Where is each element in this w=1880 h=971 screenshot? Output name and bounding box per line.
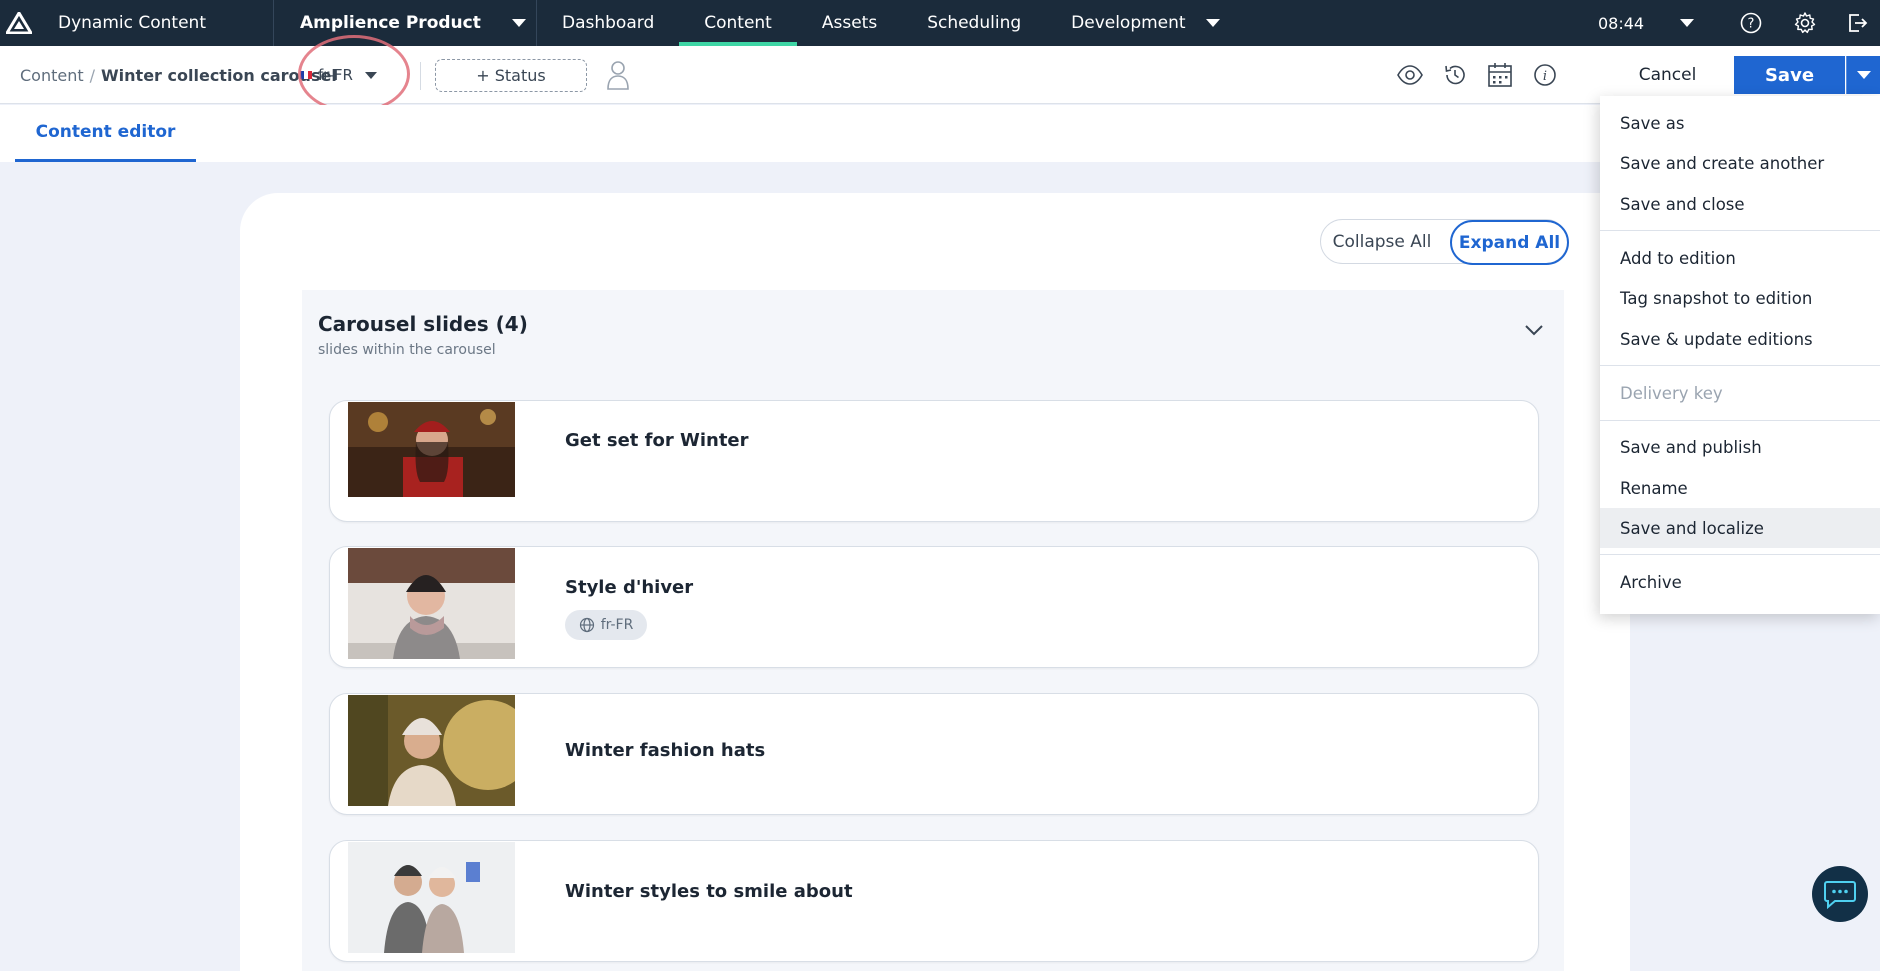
nav-dashboard[interactable]: Dashboard [537, 0, 679, 46]
expand-all-button[interactable]: Expand All [1450, 220, 1569, 265]
slide-thumbnail-image [348, 402, 515, 497]
nav-assets[interactable]: Assets [797, 0, 902, 46]
tab-content-editor[interactable]: Content editor [15, 105, 196, 162]
slide-thumbnail-image [348, 548, 515, 659]
slide-card[interactable]: Winter fashion hats [329, 693, 1539, 815]
menu-item-archive[interactable]: Archive [1600, 562, 1880, 602]
slide-card[interactable]: Get set for Winter [329, 400, 1539, 522]
help-icon[interactable]: ? [1740, 0, 1762, 46]
menu-item-rename[interactable]: Rename [1600, 468, 1880, 508]
menu-item-tag-snapshot[interactable]: Tag snapshot to edition [1600, 278, 1880, 318]
carousel-slides-subtitle: slides within the carousel [318, 342, 496, 358]
chat-bubble-icon [1824, 881, 1856, 909]
breadcrumb-root[interactable]: Content [20, 66, 84, 85]
menu-item-save-and-localize[interactable]: Save and localize [1600, 508, 1880, 548]
slide-title: Style d'hiver [565, 577, 694, 598]
menu-item-save-update-editions[interactable]: Save & update editions [1600, 319, 1880, 359]
nav-scheduling[interactable]: Scheduling [902, 0, 1046, 46]
menu-divider [1600, 554, 1880, 555]
breadcrumb: Content / Winter collection carousel [20, 46, 337, 104]
calendar-icon[interactable] [1487, 62, 1513, 92]
save-options-menu: Save as Save and create another Save and… [1600, 96, 1880, 614]
svg-text:i: i [1543, 69, 1547, 84]
chevron-down-icon [1680, 19, 1694, 27]
svg-text:?: ? [1748, 17, 1755, 32]
amplience-logo-icon[interactable] [0, 0, 38, 46]
save-button[interactable]: Save [1734, 56, 1845, 94]
slide-title: Winter styles to smile about [565, 881, 853, 902]
nav-content[interactable]: Content [679, 0, 797, 46]
chevron-down-icon [1205, 19, 1220, 27]
slide-card[interactable]: Winter styles to smile about [329, 840, 1539, 962]
chat-support-button[interactable] [1812, 866, 1868, 922]
menu-divider [1600, 230, 1880, 231]
breadcrumb-separator: / [89, 65, 96, 85]
cancel-button[interactable]: Cancel [1620, 58, 1715, 92]
nav-development[interactable]: Development [1046, 0, 1244, 46]
add-status-button[interactable]: + Status [435, 59, 587, 92]
top-nav: Dynamic Content Amplience Product Dashbo… [0, 0, 1880, 46]
globe-icon [579, 617, 594, 633]
slide-card[interactable]: Style d'hiver fr-FR [329, 546, 1539, 668]
nav-development-label: Development [1071, 13, 1186, 33]
info-icon[interactable]: i [1533, 62, 1557, 92]
collapse-all-button[interactable]: Collapse All [1321, 219, 1443, 264]
gear-icon[interactable] [1793, 0, 1817, 46]
slide-title: Winter fashion hats [565, 740, 766, 761]
chevron-down-icon [1856, 71, 1871, 79]
menu-item-save-and-create-another[interactable]: Save and create another [1600, 143, 1880, 183]
chevron-down-icon[interactable] [1522, 322, 1546, 342]
hub-name: Amplience Product [300, 13, 481, 33]
annotation-circle [298, 35, 410, 113]
save-options-toggle[interactable] [1846, 56, 1880, 94]
hub-selector[interactable]: Amplience Product [274, 13, 536, 33]
chevron-down-icon [512, 19, 526, 27]
history-icon[interactable] [1442, 62, 1468, 92]
slide-thumbnail-image [348, 695, 515, 806]
clock-dropdown[interactable] [1680, 0, 1694, 46]
menu-divider [1600, 365, 1880, 366]
app-title: Dynamic Content [58, 13, 206, 33]
preview-eye-icon[interactable] [1396, 62, 1424, 92]
collapse-expand-toggle: Collapse All Expand All [1320, 219, 1569, 265]
menu-divider [1600, 420, 1880, 421]
slide-title: Get set for Winter [565, 430, 749, 451]
locale-badge-label: fr-FR [600, 617, 634, 633]
menu-item-save-and-publish[interactable]: Save and publish [1600, 427, 1880, 467]
carousel-slides-title: Carousel slides (4) [318, 312, 528, 336]
menu-item-add-to-edition[interactable]: Add to edition [1600, 238, 1880, 278]
toolbar-divider [420, 62, 421, 90]
menu-item-delivery-key: Delivery key [1620, 383, 1723, 403]
clock-time: 08:44 [1598, 13, 1645, 33]
menu-item-save-as[interactable]: Save as [1600, 103, 1880, 143]
logout-icon[interactable] [1845, 0, 1869, 46]
slide-thumbnail-image [348, 842, 515, 953]
editor-tabbar: Content editor [0, 105, 1880, 162]
menu-item-save-and-close[interactable]: Save and close [1600, 184, 1880, 224]
locale-badge: fr-FR [565, 610, 647, 640]
assign-user-icon[interactable] [607, 60, 629, 94]
